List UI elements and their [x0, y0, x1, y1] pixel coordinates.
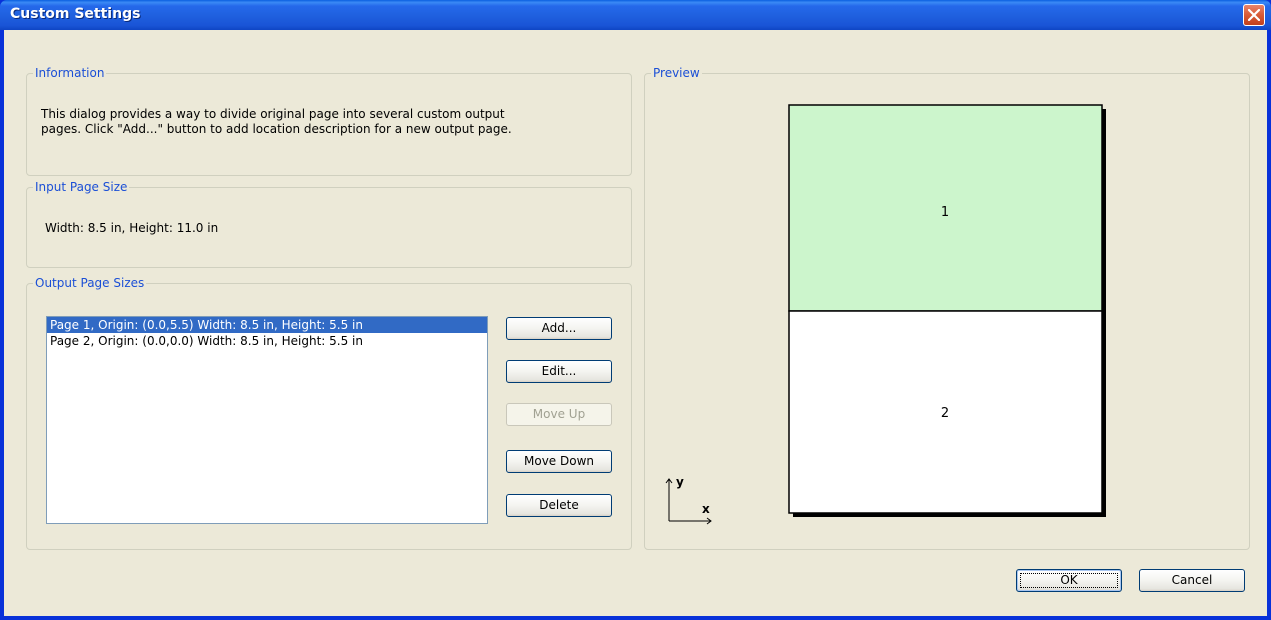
close-button[interactable]: [1243, 4, 1265, 26]
custom-settings-dialog: Custom Settings Information This dialog …: [0, 0, 1271, 620]
cancel-button[interactable]: Cancel: [1139, 569, 1245, 592]
axis-x-label: x: [702, 502, 710, 516]
preview-page-1-label: 1: [941, 205, 949, 220]
dialog-client-area: Information This dialog provides a way t…: [4, 30, 1267, 616]
window-frame-bottom: [0, 616, 1271, 620]
title-bar[interactable]: Custom Settings: [0, 0, 1271, 30]
window-frame-right: [1267, 30, 1271, 620]
axis-y-label: y: [676, 475, 684, 489]
window-title: Custom Settings: [10, 6, 141, 22]
preview-canvas: 1 2 y x: [665, 104, 1106, 525]
close-icon: [1248, 9, 1260, 21]
preview-page-2-label: 2: [941, 406, 949, 421]
ok-button[interactable]: OK: [1016, 569, 1122, 592]
